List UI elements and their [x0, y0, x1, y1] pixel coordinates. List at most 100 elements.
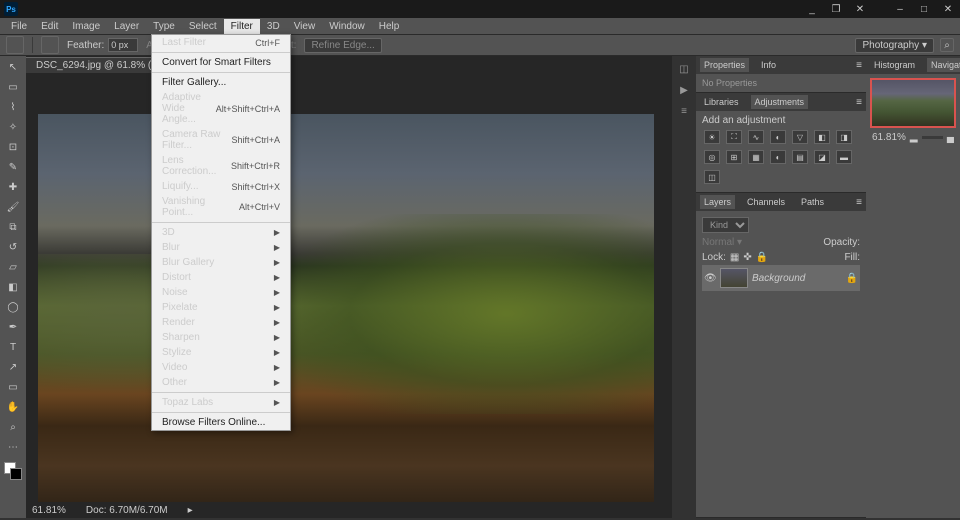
navigator-zoom[interactable]: 61.81%: [872, 132, 906, 143]
lock-pixels-icon[interactable]: ▦: [730, 252, 739, 263]
menu-distort-sub[interactable]: Distort▶: [152, 270, 290, 285]
menu-help[interactable]: Help: [372, 19, 407, 34]
menu-noise-sub[interactable]: Noise▶: [152, 285, 290, 300]
shape-tool-icon[interactable]: ▭: [3, 378, 23, 396]
adj-exposure-icon[interactable]: ◐: [770, 130, 786, 144]
dodge-tool-icon[interactable]: ◯: [3, 298, 23, 316]
zoom-slider[interactable]: [922, 136, 943, 139]
lock-all-icon[interactable]: 🔒: [756, 252, 768, 263]
menu-stylize-sub[interactable]: Stylize▶: [152, 345, 290, 360]
menu-convert-smart-filters[interactable]: Convert for Smart Filters: [152, 55, 290, 70]
layer-row[interactable]: 👁 Background 🔒: [702, 265, 860, 291]
menu-browse-filters-online[interactable]: Browse Filters Online...: [152, 415, 290, 430]
close-button[interactable]: ✕: [940, 4, 956, 15]
tab-paths[interactable]: Paths: [797, 195, 828, 209]
selection-mode-icon[interactable]: [41, 36, 59, 54]
tab-layers[interactable]: Layers: [700, 195, 735, 209]
menu-render-sub[interactable]: Render▶: [152, 315, 290, 330]
menu-liquify[interactable]: Liquify...Shift+Ctrl+X: [152, 179, 290, 194]
maximize-button[interactable]: □: [916, 4, 932, 15]
tab-histogram[interactable]: Histogram: [870, 58, 919, 72]
tab-adjustments[interactable]: Adjustments: [751, 95, 809, 109]
menu-last-filter[interactable]: Last FilterCtrl+F: [152, 35, 290, 50]
adj-threshold-icon[interactable]: ◪: [814, 150, 830, 164]
panel-menu-icon[interactable]: ≡: [856, 197, 862, 208]
menu-image[interactable]: Image: [65, 19, 107, 34]
menu-3d-sub[interactable]: 3D▶: [152, 225, 290, 240]
adj-selective-color-icon[interactable]: ◫: [704, 170, 720, 184]
crop-tool-icon[interactable]: ⊡: [3, 138, 23, 156]
tab-channels[interactable]: Channels: [743, 195, 789, 209]
inner-minimize-icon[interactable]: _: [804, 4, 820, 15]
panel-menu-icon[interactable]: ≡: [856, 60, 862, 71]
type-tool-icon[interactable]: T: [3, 338, 23, 356]
history-panel-icon[interactable]: ◫: [679, 64, 688, 75]
panel-menu-icon[interactable]: ≡: [856, 97, 862, 108]
gradient-tool-icon[interactable]: ◧: [3, 278, 23, 296]
minimize-button[interactable]: –: [892, 4, 908, 15]
adj-color-lookup-icon[interactable]: ▦: [748, 150, 764, 164]
menu-view[interactable]: View: [287, 19, 323, 34]
adj-hue-icon[interactable]: ◧: [814, 130, 830, 144]
adj-curves-icon[interactable]: ∿: [748, 130, 764, 144]
menu-topaz-labs-sub[interactable]: Topaz Labs▶: [152, 395, 290, 410]
eyedropper-tool-icon[interactable]: ✎: [3, 158, 23, 176]
heal-tool-icon[interactable]: ✚: [3, 178, 23, 196]
search-icon[interactable]: ⌕: [940, 38, 954, 52]
layer-filter-dropdown[interactable]: Kind: [702, 217, 749, 233]
menu-other-sub[interactable]: Other▶: [152, 375, 290, 390]
tab-libraries[interactable]: Libraries: [700, 95, 743, 109]
visibility-icon[interactable]: 👁: [704, 273, 716, 284]
eraser-tool-icon[interactable]: ▱: [3, 258, 23, 276]
canvas[interactable]: [26, 74, 672, 502]
status-arrow-icon[interactable]: ▸: [188, 505, 193, 516]
adj-channel-mixer-icon[interactable]: ⊞: [726, 150, 742, 164]
adj-gradient-map-icon[interactable]: ▬: [836, 150, 852, 164]
tab-info[interactable]: Info: [757, 58, 780, 72]
inner-restore-icon[interactable]: ❐: [828, 4, 844, 15]
lock-position-icon[interactable]: ✜: [743, 252, 751, 263]
adj-invert-icon[interactable]: ◐: [770, 150, 786, 164]
adj-photo-filter-icon[interactable]: ◎: [704, 150, 720, 164]
navigator-thumbnail[interactable]: [870, 78, 956, 128]
feather-input[interactable]: [108, 38, 138, 52]
pen-tool-icon[interactable]: ✒: [3, 318, 23, 336]
menu-blur-gallery-sub[interactable]: Blur Gallery▶: [152, 255, 290, 270]
adj-posterize-icon[interactable]: ▤: [792, 150, 808, 164]
active-tool-icon[interactable]: [6, 36, 24, 54]
menu-window[interactable]: Window: [322, 19, 372, 34]
edit-toolbar-icon[interactable]: ⋯: [3, 438, 23, 456]
menu-adaptive-wide-angle[interactable]: Adaptive Wide Angle...Alt+Shift+Ctrl+A: [152, 90, 290, 127]
menu-sharpen-sub[interactable]: Sharpen▶: [152, 330, 290, 345]
menu-file[interactable]: File: [4, 19, 34, 34]
menu-type[interactable]: Type: [146, 19, 182, 34]
adj-levels-icon[interactable]: ⛶: [726, 130, 742, 144]
menu-layer[interactable]: Layer: [107, 19, 146, 34]
adj-vibrance-icon[interactable]: ▽: [792, 130, 808, 144]
menu-filter-gallery[interactable]: Filter Gallery...: [152, 75, 290, 90]
workspace-dropdown[interactable]: Photography ▾: [855, 38, 934, 53]
hand-tool-icon[interactable]: ✋: [3, 398, 23, 416]
blend-mode-dropdown[interactable]: Normal ▾: [702, 237, 742, 248]
zoom-out-icon[interactable]: ▂: [910, 132, 918, 143]
path-tool-icon[interactable]: ↗: [3, 358, 23, 376]
menu-pixelate-sub[interactable]: Pixelate▶: [152, 300, 290, 315]
adj-bw-icon[interactable]: ◨: [836, 130, 852, 144]
actions-panel-icon[interactable]: ▶: [680, 85, 688, 96]
zoom-tool-icon[interactable]: ⌕: [3, 418, 23, 436]
menu-3d[interactable]: 3D: [260, 19, 287, 34]
marquee-tool-icon[interactable]: ▭: [3, 78, 23, 96]
menu-camera-raw-filter[interactable]: Camera Raw Filter...Shift+Ctrl+A: [152, 127, 290, 153]
history-brush-tool-icon[interactable]: ↺: [3, 238, 23, 256]
menu-select[interactable]: Select: [182, 19, 224, 34]
menu-vanishing-point[interactable]: Vanishing Point...Alt+Ctrl+V: [152, 194, 290, 220]
menu-blur-sub[interactable]: Blur▶: [152, 240, 290, 255]
move-tool-icon[interactable]: ↖: [3, 58, 23, 76]
refine-edge-button[interactable]: Refine Edge...: [304, 38, 381, 53]
adj-brightness-icon[interactable]: ☀: [704, 130, 720, 144]
lasso-tool-icon[interactable]: ⌇: [3, 98, 23, 116]
wand-tool-icon[interactable]: ✧: [3, 118, 23, 136]
color-swatch[interactable]: [4, 462, 22, 480]
tab-navigator[interactable]: Navigator: [927, 58, 960, 72]
brush-tool-icon[interactable]: 🖌: [3, 198, 23, 216]
